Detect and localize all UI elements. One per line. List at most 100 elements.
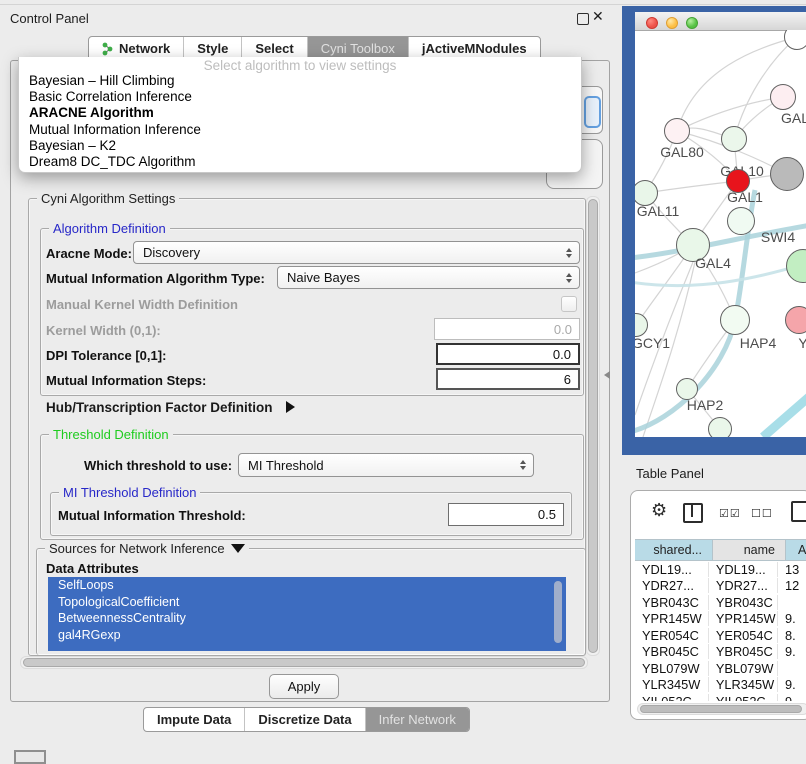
column-header[interactable]: A [786, 539, 806, 561]
table-cell: 8. [778, 628, 806, 643]
data-attributes-label: Data Attributes [46, 561, 139, 576]
minimize-traffic-light-icon[interactable] [666, 17, 678, 29]
algorithm-option[interactable]: Basic Correlation Inference [19, 89, 581, 105]
node-label: SWI4 [761, 229, 795, 245]
aracne-mode-label: Aracne Mode: [46, 246, 132, 261]
mi-threshold-field[interactable]: 0.5 [448, 503, 564, 526]
table-cell: 9. [778, 611, 806, 626]
tab-network-label: Network [119, 41, 170, 56]
node-label: Y [798, 335, 806, 351]
table-row[interactable]: YBL079WYBL079W [635, 660, 806, 677]
kernel-width-label: Kernel Width (0,1): [46, 323, 161, 338]
table-cell: YPR145W [635, 611, 709, 626]
table-hscrollbar[interactable] [637, 703, 806, 715]
table-cell: YLR345W [709, 677, 778, 692]
tab-impute-data[interactable]: Impute Data [144, 708, 244, 731]
table-cell: YIL052C [709, 694, 778, 701]
settings-vscrollbar[interactable] [586, 196, 600, 656]
deselect-all-columns-icon[interactable]: ☐☐ [751, 507, 773, 520]
gear-icon[interactable]: ⚙ [651, 500, 667, 521]
tab-infer-network[interactable]: Infer Network [365, 708, 469, 731]
sources-collapse-arrow-icon[interactable] [231, 544, 245, 553]
aracne-mode-combo[interactable]: Discovery [133, 241, 580, 264]
algorithm-option[interactable]: Bayesian – K2 [19, 138, 581, 154]
close-traffic-light-icon[interactable] [646, 17, 658, 29]
kernel-width-field: 0.0 [434, 318, 580, 340]
attr-list-scrollbar[interactable] [554, 581, 562, 643]
hub-expand-arrow-icon[interactable] [286, 401, 295, 413]
close-icon[interactable]: ✕ [592, 8, 604, 25]
mi-threshold-group-title: MI Threshold Definition [59, 485, 200, 500]
network-node[interactable] [770, 157, 804, 191]
spinner-icon [520, 460, 526, 470]
table-cell: 13 [778, 562, 806, 577]
node-label: GAL [781, 110, 806, 126]
table-cell: YDR27... [709, 578, 778, 593]
sources-title: Sources for Network Inference [49, 541, 225, 556]
spinner-icon [566, 273, 572, 283]
data-attribute-item[interactable]: TopologicalCoefficient [48, 594, 566, 611]
tab-discretize-data[interactable]: Discretize Data [244, 708, 364, 731]
table-cell: YBL079W [635, 661, 709, 676]
algorithm-option[interactable]: Mutual Information Inference [19, 122, 581, 138]
new-table-icon[interactable] [791, 501, 806, 522]
network-titlebar[interactable] [635, 12, 806, 31]
control-panel-title: Control Panel [10, 11, 89, 26]
data-attributes-list: SelfLoopsTopologicalCoefficientBetweenne… [48, 577, 566, 651]
mi-steps-label: Mutual Information Steps: [46, 373, 206, 388]
mi-steps-field[interactable]: 6 [436, 368, 580, 390]
float-window-icon[interactable] [577, 13, 589, 25]
column-header[interactable]: shared... [635, 539, 713, 561]
hub-definition-label: Hub/Transcription Factor Definition [46, 400, 273, 415]
algorithm-placeholder: Select algorithm to view settings [19, 58, 581, 73]
network-node-swi4[interactable] [727, 207, 755, 235]
network-canvas[interactable]: GALGAL80GAL10GAL1GAL11SWI4GAL4GCY1HAP4YH… [635, 30, 806, 437]
table-cell: YBR045C [709, 644, 778, 659]
network-window: GALGAL80GAL10GAL1GAL11SWI4GAL4GCY1HAP4YH… [635, 12, 806, 437]
algorithm-option[interactable]: Bayesian – Hill Climbing [19, 73, 581, 89]
data-attribute-item[interactable]: gal4RGexp [48, 627, 566, 644]
algorithm-option[interactable]: ARACNE Algorithm [19, 105, 581, 121]
settings-hscrollbar[interactable] [20, 656, 588, 669]
table-cell: YBR043C [709, 595, 778, 610]
node-label: GAL4 [695, 255, 731, 271]
network-icon [102, 42, 114, 56]
select-all-columns-icon[interactable]: ☑☑ [719, 507, 741, 520]
table-row[interactable]: YBR045CYBR045C9. [635, 644, 806, 661]
mi-type-combo[interactable]: Naive Bayes [277, 266, 580, 289]
apply-button[interactable]: Apply [269, 674, 339, 699]
algorithm-option[interactable]: Dream8 DC_TDC Algorithm [19, 154, 581, 170]
network-node-gal10[interactable] [721, 126, 747, 152]
table-cell: YLR345W [635, 677, 709, 692]
spinner-icon [566, 248, 572, 258]
network-node[interactable] [708, 417, 732, 437]
manual-kernel-label: Manual Kernel Width Definition [46, 297, 238, 312]
which-threshold-combo[interactable]: MI Threshold [238, 453, 534, 477]
network-node-gal[interactable] [770, 84, 796, 110]
table-row[interactable]: YDL19...YDL19...13 [635, 561, 806, 578]
network-node-y[interactable] [785, 306, 806, 334]
panel-splitter-arrow[interactable] [604, 371, 610, 379]
dpi-tolerance-field[interactable]: 0.0 [436, 343, 580, 365]
table-cell: 9. [778, 677, 806, 692]
zoom-traffic-light-icon[interactable] [686, 17, 698, 29]
split-columns-icon[interactable] [683, 503, 703, 523]
table-cell: YDL19... [709, 562, 778, 577]
network-node-gal80[interactable] [664, 118, 690, 144]
data-attribute-item[interactable]: SelfLoops [48, 577, 566, 594]
table-row[interactable]: YDR27...YDR27...12 [635, 578, 806, 595]
node-label: GAL11 [637, 203, 680, 219]
table-row[interactable]: YBR043CYBR043C [635, 594, 806, 611]
manual-kernel-checkbox[interactable] [561, 296, 577, 312]
table-row[interactable]: YLR345WYLR345W9. [635, 677, 806, 694]
network-node-hap4[interactable] [720, 305, 750, 335]
table-cell: 9. [778, 644, 806, 659]
data-attribute-item[interactable]: BetweennessCentrality [48, 610, 566, 627]
control-panel: Control Panel ✕ Network Style Select Cyn… [0, 0, 614, 762]
table-row[interactable]: YIL052CYIL052C9 [635, 693, 806, 701]
column-header[interactable]: name [713, 539, 786, 561]
table-row[interactable]: YER054CYER054C8. [635, 627, 806, 644]
table-row[interactable]: YPR145WYPR145W9. [635, 611, 806, 628]
table-cell: 9 [778, 694, 806, 701]
mi-type-label: Mutual Information Algorithm Type: [46, 271, 265, 286]
